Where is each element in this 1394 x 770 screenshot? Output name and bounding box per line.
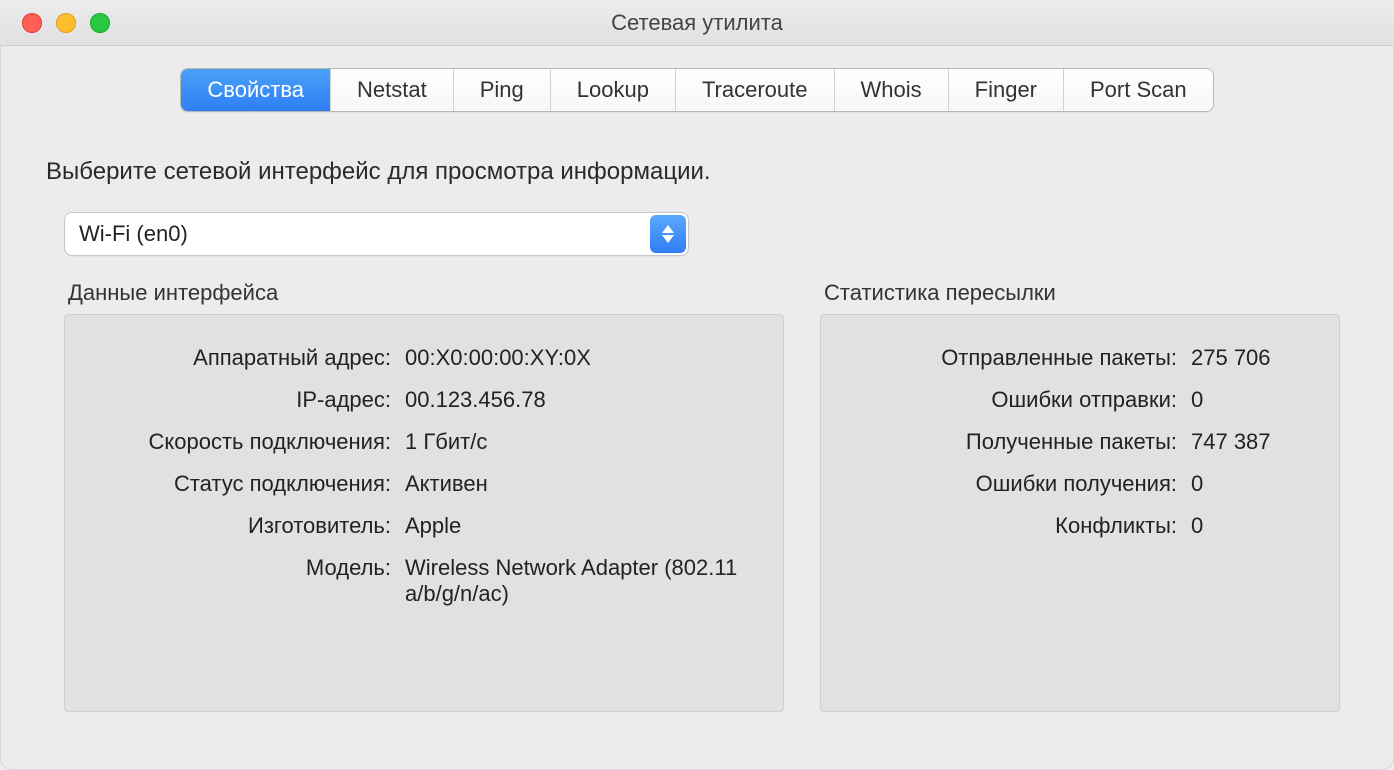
label-send-errors: Ошибки отправки: xyxy=(847,387,1177,413)
label-recv-errors: Ошибки получения: xyxy=(847,471,1177,497)
transfer-stats-title: Статистика пересылки xyxy=(824,280,1340,306)
value-sent-packets: 275 706 xyxy=(1177,345,1271,371)
tab-ping[interactable]: Ping xyxy=(454,69,551,111)
tab-finger[interactable]: Finger xyxy=(949,69,1064,111)
label-ip-address: IP-адрес: xyxy=(91,387,391,413)
label-collisions: Конфликты: xyxy=(847,513,1177,539)
window-title: Сетевая утилита xyxy=(0,10,1394,36)
label-hw-address: Аппаратный адрес: xyxy=(91,345,391,371)
panels: Данные интерфейса Аппаратный адрес: 00:X… xyxy=(64,280,1350,712)
value-vendor: Apple xyxy=(391,513,461,539)
interface-select-value: Wi-Fi (en0) xyxy=(64,212,689,256)
value-recv-errors: 0 xyxy=(1177,471,1203,497)
value-link-status: Активен xyxy=(391,471,488,497)
value-recv-packets: 747 387 xyxy=(1177,429,1271,455)
traffic-lights xyxy=(0,13,110,33)
titlebar: Сетевая утилита xyxy=(0,0,1394,46)
minimize-button[interactable] xyxy=(56,13,76,33)
tab-portscan[interactable]: Port Scan xyxy=(1064,69,1213,111)
row-link-speed: Скорость подключения: 1 Гбит/с xyxy=(91,421,757,463)
label-recv-packets: Полученные пакеты: xyxy=(847,429,1177,455)
value-collisions: 0 xyxy=(1177,513,1203,539)
row-recv-packets: Полученные пакеты: 747 387 xyxy=(847,421,1313,463)
transfer-stats-box: Отправленные пакеты: 275 706 Ошибки отпр… xyxy=(820,314,1340,712)
label-link-speed: Скорость подключения: xyxy=(91,429,391,455)
interface-select[interactable]: Wi-Fi (en0) xyxy=(64,212,689,256)
value-ip-address: 00.123.456.78 xyxy=(391,387,546,413)
value-link-speed: 1 Гбит/с xyxy=(391,429,487,455)
instruction-text: Выберите сетевой интерфейс для просмотра… xyxy=(46,158,1350,186)
transfer-stats-panel: Статистика пересылки Отправленные пакеты… xyxy=(820,280,1340,712)
chevrons-updown-icon xyxy=(650,215,686,253)
content: Выберите сетевой интерфейс для просмотра… xyxy=(0,122,1394,742)
label-link-status: Статус подключения: xyxy=(91,471,391,497)
label-model: Модель: xyxy=(91,555,391,581)
interface-info-title: Данные интерфейса xyxy=(68,280,784,306)
window: Сетевая утилита Свойства Netstat Ping Lo… xyxy=(0,0,1394,770)
tabs: Свойства Netstat Ping Lookup Traceroute … xyxy=(180,68,1213,112)
tab-netstat[interactable]: Netstat xyxy=(331,69,454,111)
row-sent-packets: Отправленные пакеты: 275 706 xyxy=(847,337,1313,379)
interface-info-panel: Данные интерфейса Аппаратный адрес: 00:X… xyxy=(64,280,784,712)
label-vendor: Изготовитель: xyxy=(91,513,391,539)
row-ip-address: IP-адрес: 00.123.456.78 xyxy=(91,379,757,421)
row-model: Модель: Wireless Network Adapter (802.11… xyxy=(91,547,757,615)
value-hw-address: 00:X0:00:00:XY:0X xyxy=(391,345,591,371)
row-send-errors: Ошибки отправки: 0 xyxy=(847,379,1313,421)
row-vendor: Изготовитель: Apple xyxy=(91,505,757,547)
row-hw-address: Аппаратный адрес: 00:X0:00:00:XY:0X xyxy=(91,337,757,379)
row-link-status: Статус подключения: Активен xyxy=(91,463,757,505)
zoom-button[interactable] xyxy=(90,13,110,33)
tab-whois[interactable]: Whois xyxy=(835,69,949,111)
tabs-row: Свойства Netstat Ping Lookup Traceroute … xyxy=(0,46,1394,122)
row-collisions: Конфликты: 0 xyxy=(847,505,1313,547)
label-sent-packets: Отправленные пакеты: xyxy=(847,345,1177,371)
row-recv-errors: Ошибки получения: 0 xyxy=(847,463,1313,505)
interface-info-box: Аппаратный адрес: 00:X0:00:00:XY:0X IP-а… xyxy=(64,314,784,712)
tab-info[interactable]: Свойства xyxy=(181,69,331,111)
close-button[interactable] xyxy=(22,13,42,33)
tab-lookup[interactable]: Lookup xyxy=(551,69,676,111)
tab-traceroute[interactable]: Traceroute xyxy=(676,69,835,111)
value-send-errors: 0 xyxy=(1177,387,1203,413)
value-model: Wireless Network Adapter (802.11 a/b/g/n… xyxy=(391,555,757,607)
